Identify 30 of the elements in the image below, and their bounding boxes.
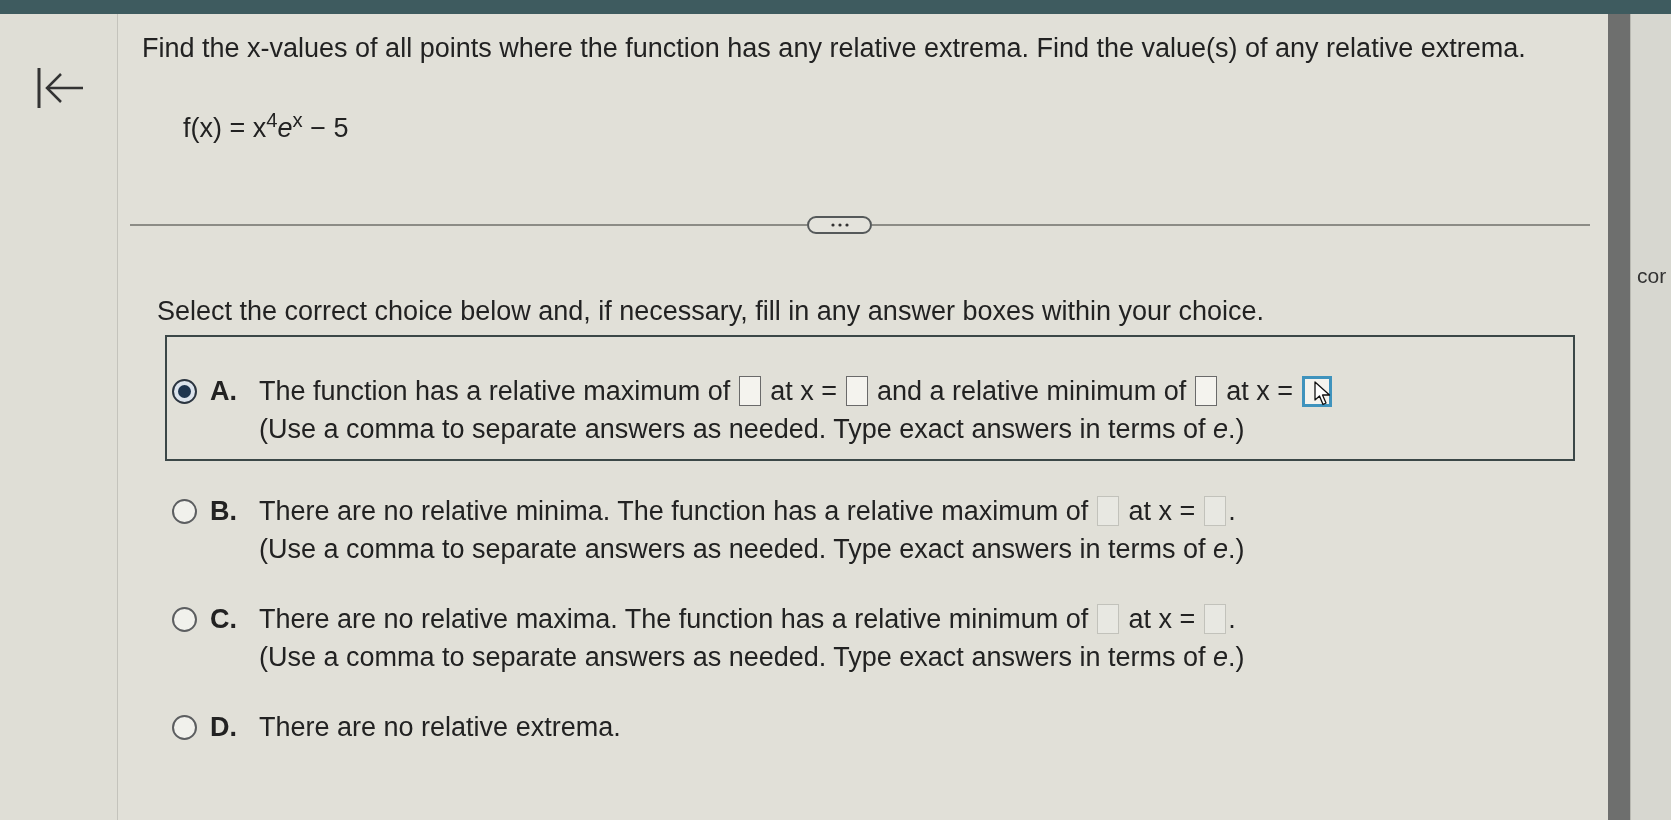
back-button[interactable] bbox=[36, 66, 84, 110]
choice-letter: D. bbox=[210, 711, 238, 744]
choice-text: at x = bbox=[1128, 603, 1196, 635]
ellipsis-icon bbox=[830, 223, 849, 227]
choice-text: There are no relative extrema. bbox=[259, 711, 621, 743]
choice-letter: A. bbox=[210, 375, 238, 408]
choice-text: There are no relative maxima. The function has a relative minimum of bbox=[259, 603, 1089, 635]
choice-text: at x = bbox=[1128, 495, 1196, 527]
radio-button[interactable] bbox=[172, 715, 197, 740]
choice-text: . bbox=[1228, 603, 1236, 635]
choice-text: and a relative minimum of bbox=[877, 375, 1187, 407]
expand-button[interactable] bbox=[807, 216, 872, 234]
choice-text: . bbox=[1228, 495, 1236, 527]
mouse-pointer-icon bbox=[1313, 380, 1331, 406]
choice-note: (Use a comma to separate answers as needed. Type exact answers in terms of e.) bbox=[259, 533, 1245, 566]
choice-text: There are no relative minima. The function has a relative maximum of bbox=[259, 495, 1089, 527]
function-formula: f(x) = x$^{4}$e$^{x}$ − 5 bbox=[183, 112, 349, 144]
choice-letter: B. bbox=[210, 495, 238, 528]
choice-text: The function has a relative maximum of bbox=[259, 375, 731, 407]
instruction-text: Select the correct choice below and, if necessary, fill in any answer boxes within your choice. bbox=[157, 295, 1265, 327]
question-text: Find the x-values of all points where the function has any relative extrema. Find the value(s) of any relative extrema. bbox=[142, 32, 1526, 64]
choice-text: at x = bbox=[770, 375, 837, 407]
radio-button[interactable] bbox=[172, 499, 197, 524]
choice-letter: C. bbox=[210, 603, 238, 636]
choice-note: (Use a comma to separate answers as needed. Type exact answers in terms of e.) bbox=[259, 413, 1245, 446]
choice-note: (Use a comma to separate answers as needed. Type exact answers in terms of e.) bbox=[259, 641, 1245, 674]
choice-text: at x = bbox=[1226, 375, 1293, 407]
radio-button[interactable] bbox=[172, 379, 197, 404]
radio-button[interactable] bbox=[172, 607, 197, 632]
panel-text: cor bbox=[1637, 263, 1667, 289]
